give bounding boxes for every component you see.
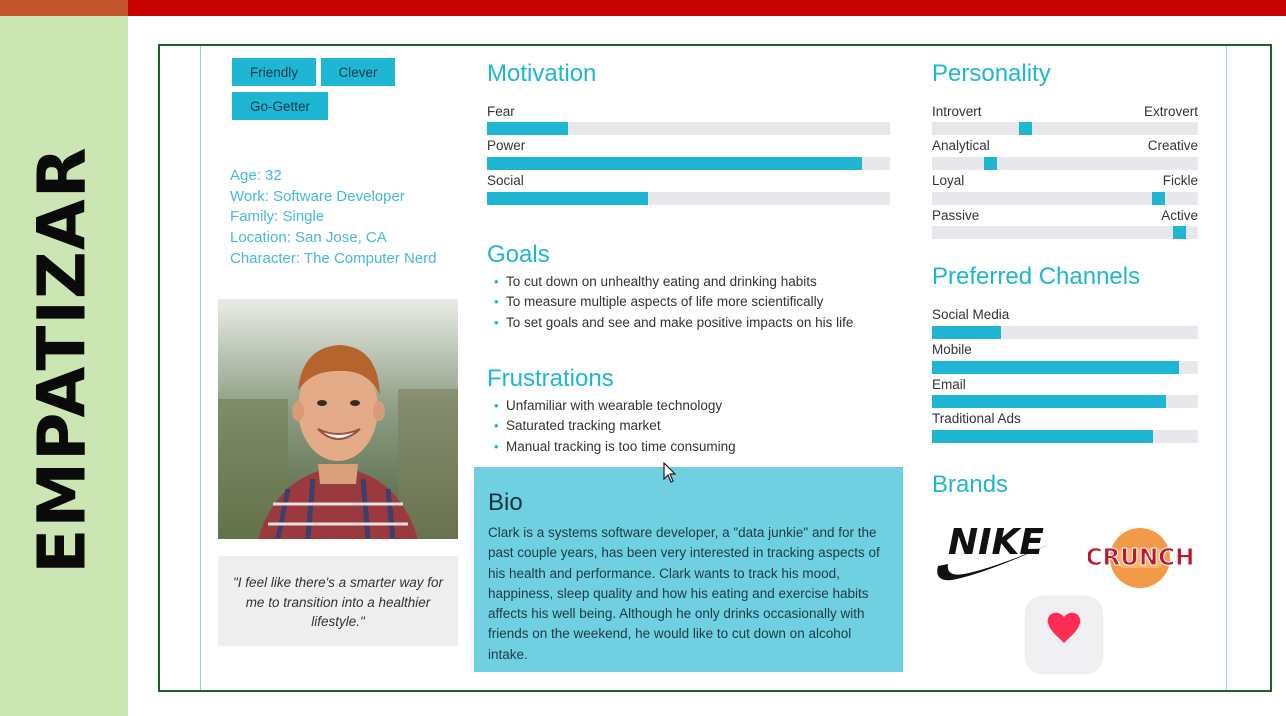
channel-label-social-media: Social Media [932, 307, 1010, 322]
personality-marker [984, 157, 998, 170]
personality-scale-passive-active [932, 226, 1198, 239]
health-heart-icon [1026, 597, 1102, 673]
info-character: Character: The Computer Nerd [230, 249, 437, 267]
vertical-title: EMPATIZAR [23, 146, 101, 574]
personality-title: Personality [932, 60, 1051, 87]
mouse-cursor-icon [663, 461, 677, 489]
top-bar-accent [0, 0, 128, 16]
goal-item: To measure multiple aspects of life more… [494, 292, 853, 312]
bio-text: Clark is a systems software developer, a… [488, 525, 880, 662]
channel-bar-mobile [932, 361, 1198, 374]
guide-line-right [1226, 46, 1227, 690]
motivation-bar-social [487, 192, 890, 205]
motivation-fill-fear [487, 122, 568, 135]
motivation-fill-power [487, 157, 862, 170]
motivation-bar-fear [487, 122, 890, 135]
persona-photo [218, 299, 458, 539]
tag-friendly: Friendly [232, 58, 316, 86]
channel-bar-social-media [932, 326, 1198, 339]
personality-marker [1172, 226, 1186, 239]
info-age: Age: 32 [230, 167, 282, 184]
bio-panel: Bio Clark is a systems software develope… [474, 467, 903, 672]
personality-marker [1151, 192, 1165, 205]
personality-marker [1018, 122, 1032, 135]
persona-slide: Friendly Clever Go-Getter Age: 32 Work: … [158, 44, 1272, 692]
channel-fill [932, 326, 1002, 339]
bio-title: Bio [488, 489, 523, 516]
info-location: Location: San Jose, CA [230, 229, 387, 247]
persona-quote: "I feel like there's a smarter way for m… [218, 556, 458, 646]
nike-logo: NIKE [934, 516, 1052, 586]
channels-title: Preferred Channels [932, 263, 1141, 290]
personality-right-active: Active [1161, 208, 1198, 223]
motivation-label-social: Social [487, 173, 524, 188]
frustration-item: Manual tracking is too time consuming [494, 437, 736, 457]
motivation-label-fear: Fear [487, 104, 515, 119]
crunch-wordmark: CRUNCH [1088, 545, 1193, 571]
frustration-item: Unfamiliar with wearable technology [494, 396, 736, 416]
frustration-item: Saturated tracking market [494, 416, 736, 436]
goal-item: To cut down on unhealthy eating and drin… [494, 272, 853, 292]
personality-scale-loyal-fickle [932, 192, 1198, 205]
personality-scale-introvert-extrovert [932, 122, 1198, 135]
motivation-label-power: Power [487, 138, 526, 153]
channel-fill [932, 430, 1153, 443]
persona-info: Age: 32 Work: Software Developer Family:… [230, 166, 436, 270]
channel-bar-email [932, 395, 1198, 408]
tag-go-getter: Go-Getter [232, 92, 328, 120]
personality-right-extrovert: Extrovert [1143, 104, 1198, 119]
motivation-title: Motivation [487, 60, 597, 87]
guide-line-left [200, 46, 201, 690]
channel-bar-traditional-ads [932, 430, 1198, 443]
tag-clever: Clever [321, 58, 395, 86]
info-work: Work: Software Developer [230, 187, 405, 205]
brands-title: Brands [932, 471, 1009, 498]
info-family: Family: Single [230, 208, 325, 226]
nike-wordmark: NIKE [948, 522, 1044, 563]
channel-label-mobile: Mobile [932, 342, 972, 357]
crunch-logo: CRUNCH [1085, 520, 1195, 592]
personality-right-creative: Creative [1147, 138, 1198, 153]
goal-item: To set goals and see and make positive i… [494, 313, 853, 333]
channel-label-email: Email [932, 377, 966, 392]
motivation-fill-social [487, 192, 649, 205]
personality-scale-analytical-creative [932, 157, 1198, 170]
channel-fill [932, 361, 1180, 374]
goals-title: Goals [487, 241, 550, 268]
top-bar [128, 0, 1286, 16]
motivation-bar-power [487, 157, 890, 170]
goals-list: To cut down on unhealthy eating and drin… [494, 272, 853, 333]
frustrations-list: Unfamiliar with wearable technology Satu… [494, 396, 736, 457]
channel-fill [932, 395, 1167, 408]
frustrations-title: Frustrations [487, 365, 614, 392]
personality-right-fickle: Fickle [1162, 173, 1198, 188]
channel-label-traditional-ads: Traditional Ads [932, 411, 1021, 426]
